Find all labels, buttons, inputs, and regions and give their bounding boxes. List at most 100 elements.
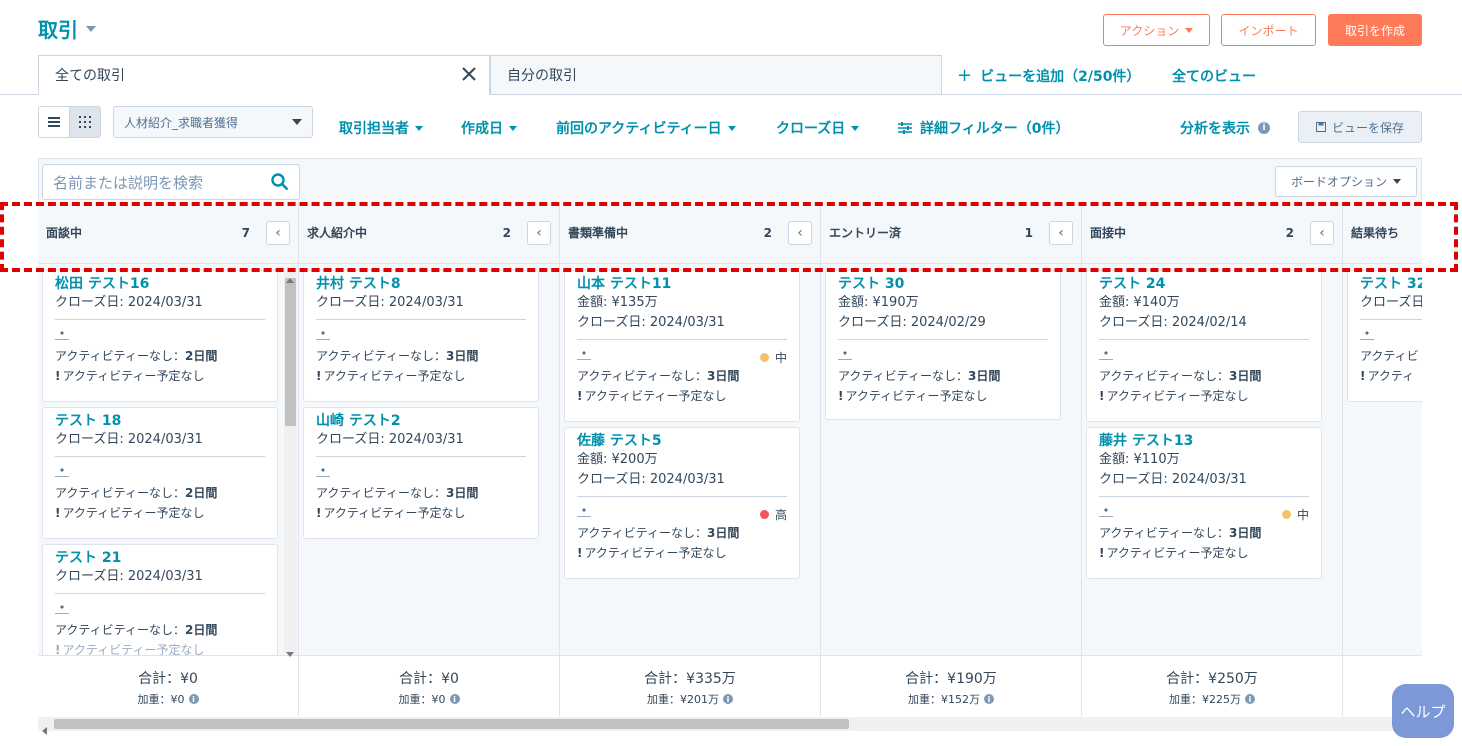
deal-card[interactable]: 山崎 テスト2 クローズ日: 2024/03/31 アクティビティーなし：3日間… [303, 407, 539, 539]
column-footer: 合計：¥250万 加重：¥225万 i [1082, 655, 1342, 716]
board-options-label: ボードオプション [1290, 175, 1387, 189]
chevron-down-icon [415, 125, 423, 131]
activity-status: アクティビティーなし：3日間 [1099, 369, 1262, 383]
column-footer: 合計：¥190万 加重：¥152万 i [821, 655, 1081, 716]
close-date-filter-label: クローズ日 [776, 121, 846, 137]
analysis-label: 分析を表示 [1180, 121, 1250, 137]
scroll-down-icon[interactable] [286, 642, 294, 661]
info-icon: i [1258, 122, 1270, 134]
deal-card[interactable]: テスト 32 クローズ日 アクティビ ! アクティ [1347, 270, 1422, 402]
deal-card[interactable]: テスト 24 金額: ¥140万 クローズ日: 2024/02/14 アクティビ… [1086, 270, 1322, 422]
card-divider [1099, 496, 1309, 497]
help-button[interactable]: ヘルプ [1392, 684, 1454, 738]
save-view-button[interactable]: ビューを保存 [1298, 111, 1422, 143]
list-view-toggle[interactable] [38, 106, 70, 138]
board-options-button[interactable]: ボードオプション [1275, 166, 1417, 197]
deal-amount: 金額: ¥135万 [577, 295, 658, 310]
next-activity: ! アクティビティー予定なし [55, 369, 205, 383]
next-activity: ! アクティビティー予定なし [577, 546, 727, 560]
search-input[interactable]: 名前または説明を検索 [42, 164, 300, 200]
advanced-filter-label: 詳細フィルター（0件） [920, 121, 1070, 137]
next-activity: ! アクティビティー予定なし [577, 389, 727, 403]
column-body: 松田 テスト16 クローズ日: 2024/03/31 アクティビティーなし：2日… [38, 264, 298, 656]
company-logo-icon [577, 508, 591, 517]
column-body: 井村 テスト8 クローズ日: 2024/03/31 アクティビティーなし：3日間… [299, 264, 559, 656]
card-divider [316, 319, 526, 320]
deal-name[interactable]: テスト 24 [1099, 275, 1309, 293]
column-body: テスト 30 金額: ¥190万 クローズ日: 2024/02/29 アクティビ… [821, 264, 1081, 656]
deal-name[interactable]: 山崎 テスト2 [316, 412, 526, 430]
deal-card[interactable]: テスト 21 クローズ日: 2024/03/31 アクティビティーなし：2日間 … [42, 544, 278, 656]
deal-card[interactable]: 松田 テスト16 クローズ日: 2024/03/31 アクティビティーなし：2日… [42, 270, 278, 402]
close-date: クローズ日: 2024/03/31 [316, 295, 464, 310]
import-button[interactable]: インポート [1221, 14, 1316, 46]
info-icon: i [984, 694, 994, 704]
sliders-icon [898, 122, 912, 134]
chevron-down-icon [509, 125, 517, 131]
card-divider [838, 339, 1048, 340]
card-divider [316, 456, 526, 457]
column-weighted: 加重：¥152万 i [821, 691, 1081, 707]
column-scrollbar-thumb[interactable] [285, 278, 296, 426]
created-filter[interactable]: 作成日 [461, 118, 517, 138]
create-deal-label: 取引を作成 [1344, 23, 1405, 38]
chevron-down-icon [292, 119, 302, 125]
page-title[interactable]: 取引 [38, 14, 96, 43]
column-weighted: 加重：¥0 i [299, 691, 559, 707]
activity-status: アクティビティーなし：3日間 [1099, 526, 1262, 540]
deal-name[interactable]: 佐藤 テスト5 [577, 432, 787, 450]
pipeline-select[interactable]: 人材紹介_求職者獲得 [113, 106, 313, 138]
deal-name[interactable]: 井村 テスト8 [316, 275, 526, 293]
card-divider [577, 496, 787, 497]
last-activity-filter[interactable]: 前回のアクティビティー日 [556, 118, 736, 138]
add-view-link[interactable]: + ビューを追加（2/50件） [957, 65, 1140, 86]
board-horizontal-scrollbar-thumb[interactable] [54, 719, 849, 729]
next-activity: ! アクティ [1360, 369, 1415, 383]
deal-name[interactable]: テスト 32 [1360, 275, 1422, 293]
alert-icon: ! [1099, 546, 1105, 560]
scroll-left-icon[interactable] [42, 720, 47, 739]
close-icon[interactable] [461, 66, 477, 82]
page-title-text: 取引 [38, 18, 78, 42]
owner-filter[interactable]: 取引担当者 [339, 118, 423, 138]
show-analysis-link[interactable]: 分析を表示 i [1180, 118, 1270, 138]
deal-card[interactable]: 藤井 テスト13 金額: ¥110万 クローズ日: 2024/03/31 中 ア… [1086, 427, 1322, 579]
close-date-filter[interactable]: クローズ日 [776, 118, 860, 138]
deal-card[interactable]: 山本 テスト11 金額: ¥135万 クローズ日: 2024/03/31 中 ア… [564, 270, 800, 422]
deal-name[interactable]: テスト 30 [838, 275, 1048, 293]
save-icon [1315, 122, 1326, 132]
deal-card[interactable]: テスト 30 金額: ¥190万 クローズ日: 2024/02/29 アクティビ… [825, 270, 1061, 420]
deal-name[interactable]: 藤井 テスト13 [1099, 432, 1309, 450]
deal-name[interactable]: 松田 テスト16 [55, 275, 265, 293]
tab-my-deals[interactable]: 自分の取引 [490, 55, 942, 95]
company-logo-icon [1099, 508, 1113, 517]
deal-name[interactable]: テスト 21 [55, 549, 265, 567]
create-deal-button[interactable]: 取引を作成 [1328, 14, 1422, 46]
card-divider [1360, 319, 1422, 320]
board-column-job-introduction: 求人紹介中 2 ‹ 井村 テスト8 クローズ日: 2024/03/31 アクティ… [299, 202, 560, 716]
column-header-highlight [0, 202, 1458, 272]
activity-status: アクティビティーなし：3日間 [316, 486, 479, 500]
alert-icon: ! [838, 389, 844, 403]
all-views-link[interactable]: 全てのビュー [1172, 66, 1256, 86]
deal-card[interactable]: 佐藤 テスト5 金額: ¥200万 クローズ日: 2024/03/31 高 アク… [564, 427, 800, 579]
actions-button[interactable]: アクション [1103, 14, 1210, 46]
priority-dot-icon [759, 352, 769, 362]
board-column-interview: 面接中 2 ‹ テスト 24 金額: ¥140万 クローズ日: 2024/02/… [1082, 202, 1343, 716]
tab-all-deals[interactable]: 全ての取引 [38, 55, 490, 95]
chevron-down-icon [727, 125, 736, 131]
advanced-filter[interactable]: 詳細フィルター（0件） [898, 118, 1069, 138]
board-view-toggle[interactable] [69, 106, 101, 138]
activity-status: アクティビティーなし：2日間 [55, 623, 218, 637]
alert-icon: ! [316, 506, 322, 520]
deal-name[interactable]: 山本 テスト11 [577, 275, 787, 293]
card-divider [55, 456, 265, 457]
next-activity: ! アクティビティー予定なし [838, 389, 988, 403]
deal-card[interactable]: テスト 18 クローズ日: 2024/03/31 アクティビティーなし：2日間 … [42, 407, 278, 539]
deal-name[interactable]: テスト 18 [55, 412, 265, 430]
board-column-meeting: 面談中 7 ‹ 松田 テスト16 クローズ日: 2024/03/31 アクティビ… [38, 202, 299, 716]
close-date: クローズ日: 2024/03/31 [55, 432, 203, 447]
list-icon [48, 117, 60, 127]
column-total: 合計：¥190万 [905, 671, 997, 687]
deal-card[interactable]: 井村 テスト8 クローズ日: 2024/03/31 アクティビティーなし：3日間… [303, 270, 539, 402]
